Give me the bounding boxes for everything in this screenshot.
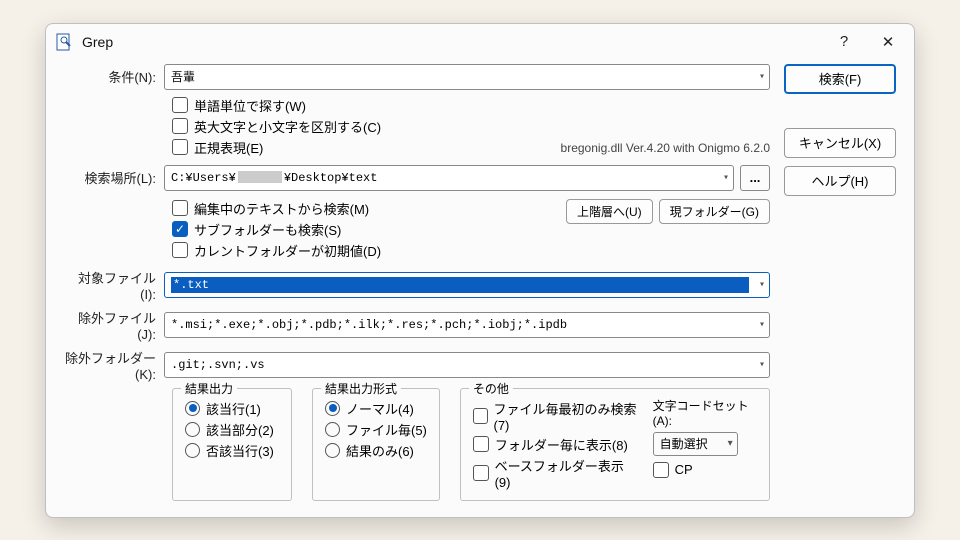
currentinit-label: カレントフォルダーが初期値(D) (194, 241, 381, 260)
radio-part[interactable] (185, 422, 200, 437)
editing-checkbox[interactable] (172, 200, 188, 216)
location-input[interactable]: C:¥Users¥¥Desktop¥text ▾ (164, 165, 734, 191)
target-label: 対象ファイル(I): (64, 268, 164, 302)
radio-line[interactable] (185, 401, 200, 416)
location-label: 検索場所(L): (64, 168, 164, 187)
group-result-format: 結果出力形式 ノーマル(4) ファイル毎(5) 結果のみ(6) (312, 388, 440, 501)
chevron-down-icon: ▾ (723, 172, 729, 184)
basefolder-checkbox[interactable] (473, 465, 489, 481)
word-checkbox[interactable] (172, 97, 188, 113)
radio-normal[interactable] (325, 401, 340, 416)
curfolder-button[interactable]: 現フォルダー(G) (659, 199, 770, 224)
regex-label: 正規表現(E) (194, 138, 263, 157)
group-result-output: 結果出力 該当行(1) 該当部分(2) 否該当行(3) (172, 388, 292, 501)
case-label: 英大文字と小文字を区別する(C) (194, 117, 381, 136)
cancel-button[interactable]: キャンセル(X) (784, 128, 896, 158)
condition-label: 条件(N): (64, 67, 164, 86)
help-button[interactable]: ? (822, 26, 866, 58)
chevron-down-icon: ▾ (759, 359, 765, 371)
browse-button[interactable]: ... (740, 165, 770, 191)
charset-select[interactable]: 自動選択 ▾ (653, 432, 738, 456)
excludefolder-label: 除外フォルダー(K): (64, 348, 164, 382)
subfolder-checkbox[interactable]: ✓ (172, 221, 188, 237)
firstonly-checkbox[interactable] (473, 408, 488, 424)
chevron-down-icon: ▾ (759, 279, 765, 291)
up-button[interactable]: 上階層へ(U) (566, 199, 653, 224)
radio-resultonly[interactable] (325, 443, 340, 458)
titlebar: Grep ? ✕ (46, 24, 914, 60)
window-title: Grep (82, 34, 822, 50)
radio-perfile[interactable] (325, 422, 340, 437)
cp-checkbox[interactable] (653, 462, 669, 478)
perfolder-checkbox[interactable] (473, 436, 489, 452)
close-button[interactable]: ✕ (866, 26, 910, 58)
excludefolder-input[interactable]: .git;.svn;.vs ▾ (164, 352, 770, 378)
grep-dialog: Grep ? ✕ 条件(N): 吾輩 ▾ 単語単位で探す(W) 英大文字と小文字… (45, 23, 915, 518)
condition-input[interactable]: 吾輩 ▾ (164, 64, 770, 90)
regex-checkbox[interactable] (172, 139, 188, 155)
group-other: その他 ファイル毎最初のみ検索(7) フォルダー毎に表示(8) ベースフォルダー… (460, 388, 770, 501)
target-input[interactable]: *.txt ▾ (164, 272, 770, 298)
masked-user (238, 171, 282, 183)
app-icon (56, 33, 74, 51)
radio-notline[interactable] (185, 443, 200, 458)
regex-version: bregonig.dll Ver.4.20 with Onigmo 6.2.0 (561, 141, 770, 155)
chevron-down-icon: ▾ (728, 438, 733, 449)
case-checkbox[interactable] (172, 118, 188, 134)
word-label: 単語単位で探す(W) (194, 96, 306, 115)
editing-label: 編集中のテキストから検索(M) (194, 199, 369, 218)
search-button[interactable]: 検索(F) (784, 64, 896, 94)
charset-label: 文字コードセット(A): (653, 397, 757, 428)
currentinit-checkbox[interactable] (172, 242, 188, 258)
excludefile-input[interactable]: *.msi;*.exe;*.obj;*.pdb;*.ilk;*.res;*.pc… (164, 312, 770, 338)
help-dialog-button[interactable]: ヘルプ(H) (784, 166, 896, 196)
subfolder-label: サブフォルダーも検索(S) (194, 220, 341, 239)
chevron-down-icon: ▾ (759, 71, 765, 83)
chevron-down-icon: ▾ (759, 319, 765, 331)
excludefile-label: 除外ファイル(J): (64, 308, 164, 342)
